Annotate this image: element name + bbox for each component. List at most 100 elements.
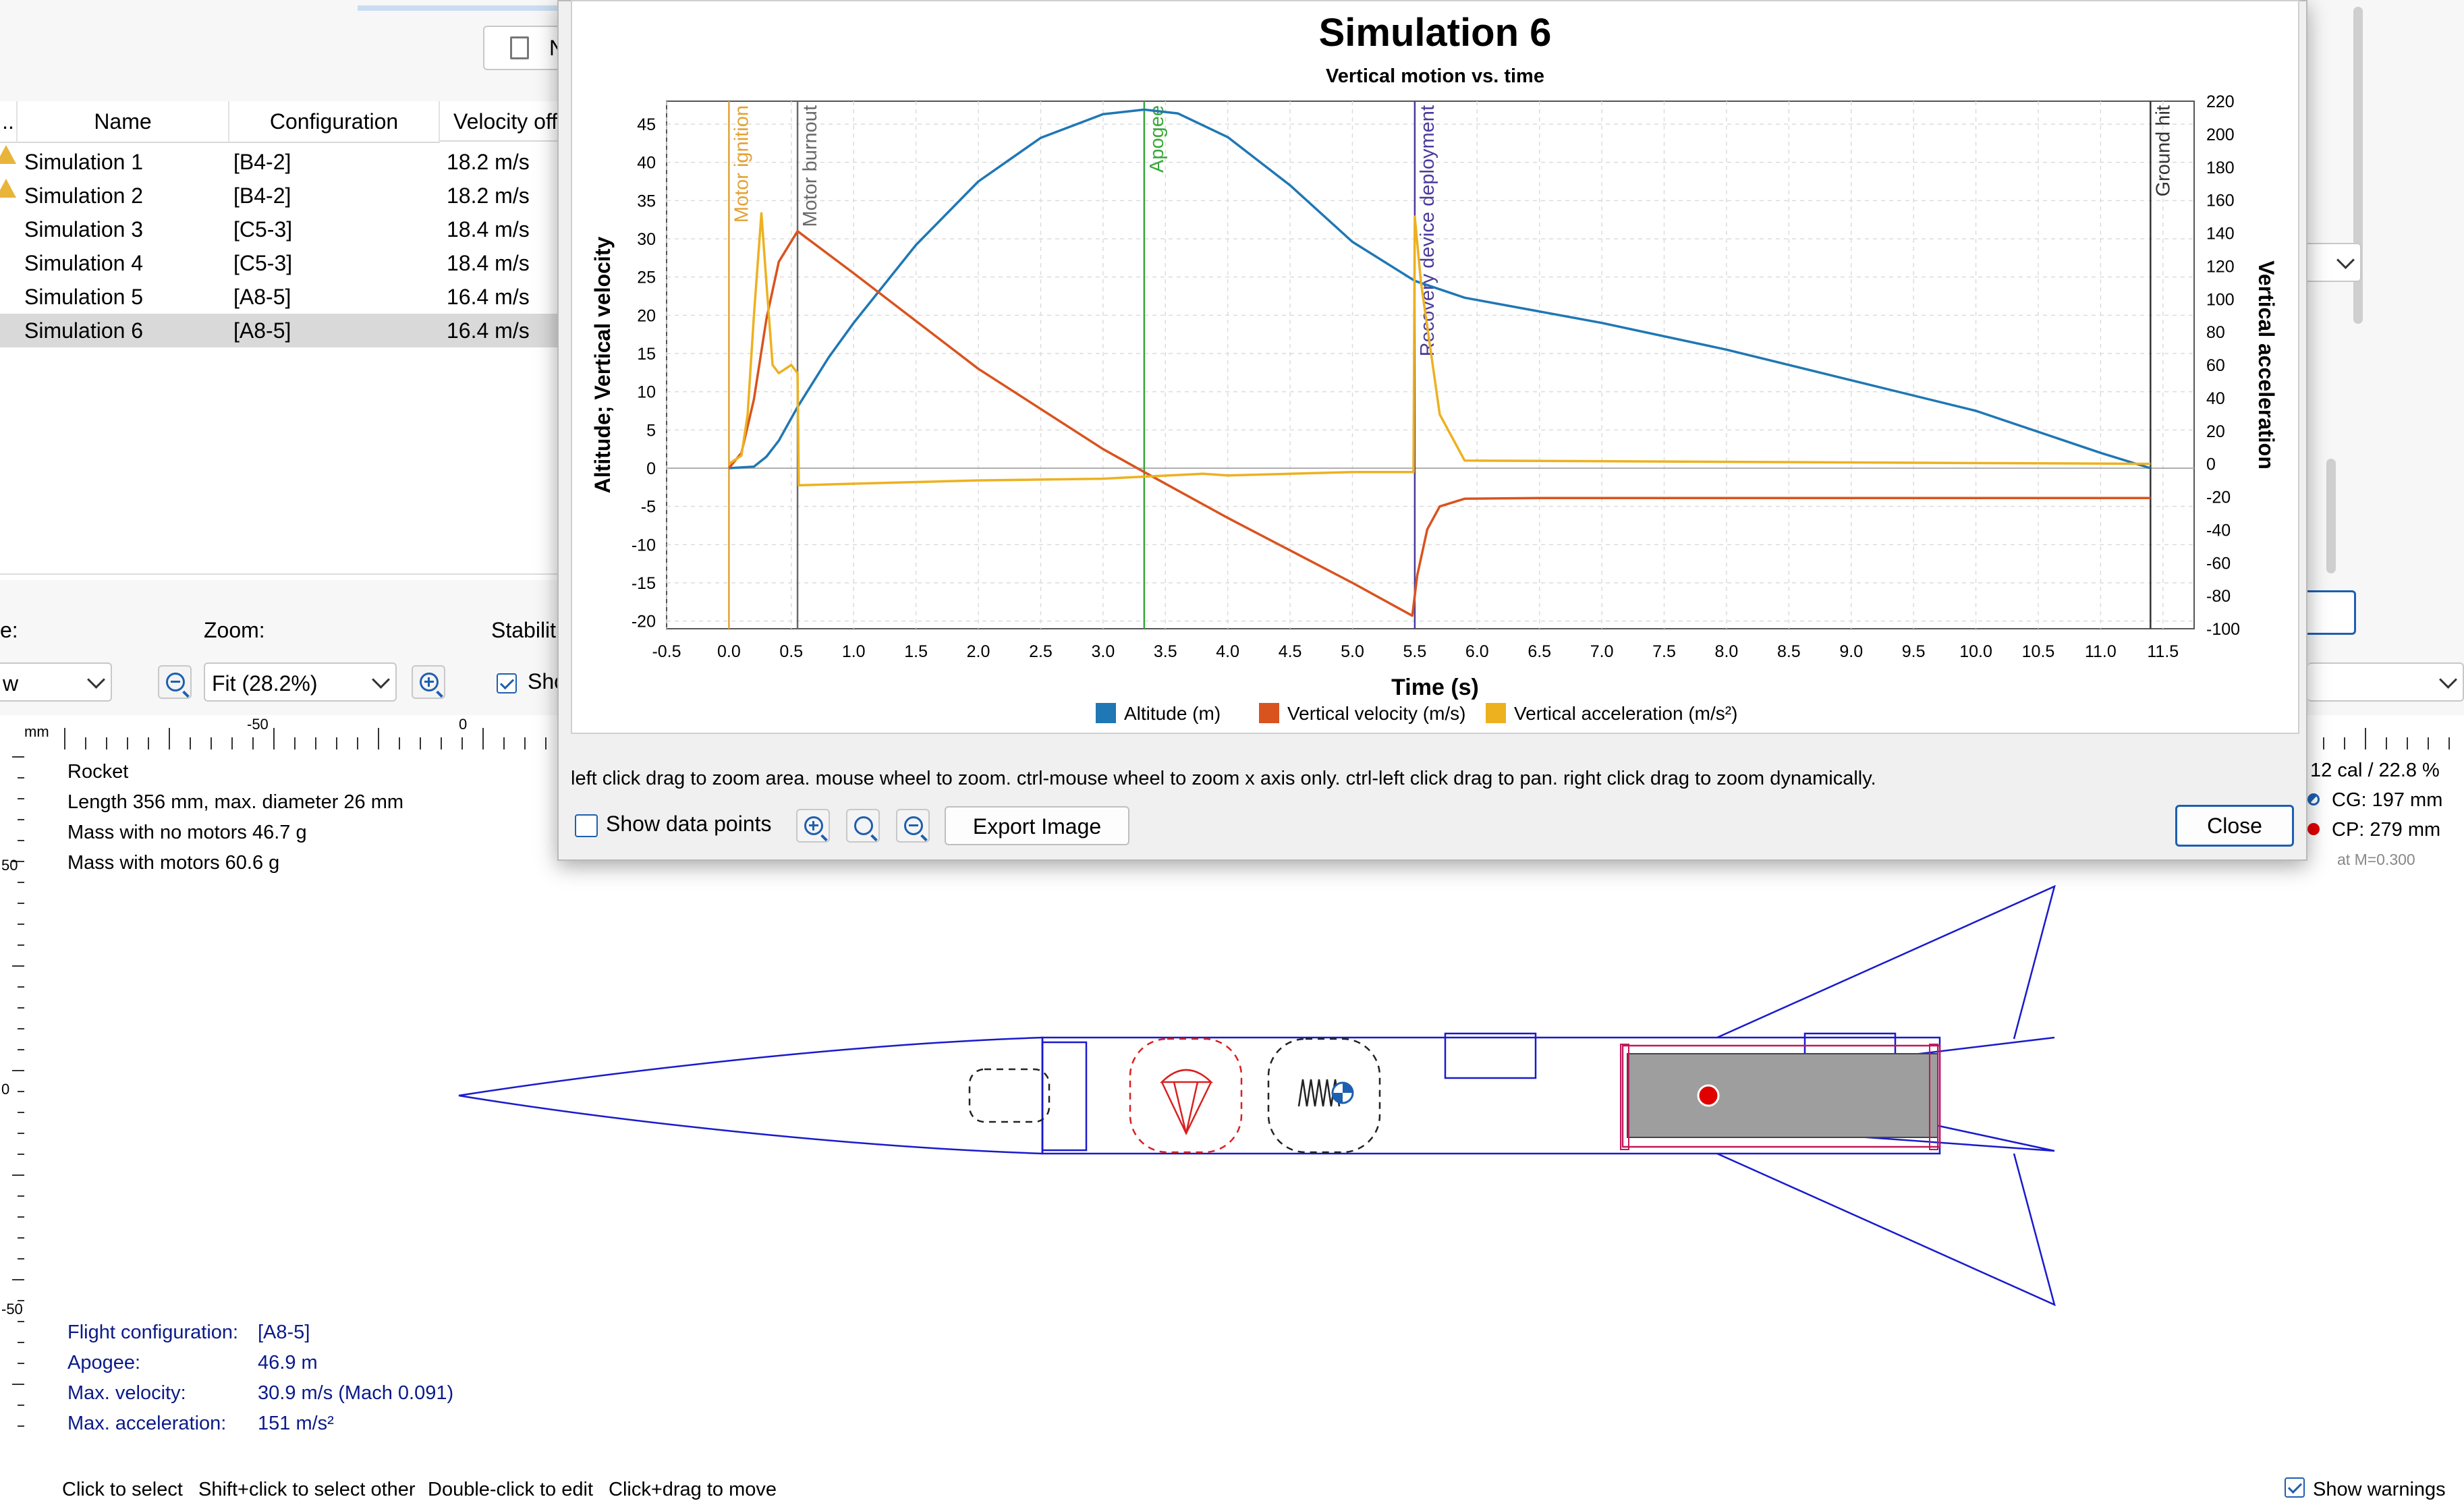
x-tick-label: 11.0 xyxy=(2085,642,2117,661)
legend-swatch xyxy=(1486,703,1506,723)
chart-zoom-reset-button[interactable] xyxy=(846,809,880,843)
simulation-configuration: [B4-2] xyxy=(233,183,291,208)
y2-tick-label: 200 xyxy=(2206,125,2235,144)
right-panel xyxy=(2301,0,2464,810)
mass-component xyxy=(968,1068,1051,1123)
ruler-unit: mm xyxy=(24,723,49,740)
y2-tick-label: 100 xyxy=(2206,290,2235,309)
x-tick-label: 4.5 xyxy=(1279,642,1302,661)
chart-zoom-out-button[interactable] xyxy=(896,809,930,843)
chart-panel[interactable]: Simulation 6 Vertical motion vs. time -0.5… xyxy=(571,0,2299,734)
ruler-label: 50 xyxy=(1,857,18,874)
view-select[interactable]: w xyxy=(0,662,112,702)
close-button[interactable]: Close xyxy=(2175,805,2294,847)
simulation-configuration: [A8-5] xyxy=(233,285,291,309)
table-row[interactable]: Simulation 3 [C5-3] 18.4 m/s xyxy=(0,213,580,246)
y2-tick-label: 0 xyxy=(2206,455,2216,474)
table-row[interactable]: Simulation 5 [A8-5] 16.4 m/s xyxy=(0,280,580,314)
y2-tick-label: -60 xyxy=(2206,554,2231,573)
export-image-button[interactable]: Export Image xyxy=(945,806,1129,845)
simulation-velocity: 18.4 m/s xyxy=(447,217,530,242)
y2-tick-label: 40 xyxy=(2206,389,2225,408)
y2-tick-label: 220 xyxy=(2206,92,2235,111)
x-tick-label: 8.0 xyxy=(1715,642,1739,661)
ruler-label: -50 xyxy=(1,1301,23,1318)
stability-cal: 12 cal / 22.8 % xyxy=(2310,760,2440,781)
motor xyxy=(1627,1053,1938,1138)
x-tick-label: 8.5 xyxy=(1777,642,1801,661)
y-tick-label: -20 xyxy=(632,613,656,631)
max-accel-value: 151 m/s² xyxy=(258,1413,334,1434)
nose-cone xyxy=(458,1036,1044,1155)
x-tick-label: 0.0 xyxy=(717,642,741,661)
x-tick-label: 6.0 xyxy=(1465,642,1489,661)
chart-zoom-in-button[interactable] xyxy=(796,809,830,843)
cp-icon xyxy=(2307,823,2320,835)
status-hint-select-other: Shift+click to select other xyxy=(198,1479,416,1500)
y-tick-label: 45 xyxy=(637,115,656,134)
cg-marker-icon xyxy=(1331,1081,1354,1104)
view-controls: e: w Zoom: Fit (28.2%) Stabilit Sho xyxy=(0,580,580,715)
table-row[interactable]: Simulation 4 [C5-3] 18.4 m/s xyxy=(0,246,580,280)
zoom-in-icon xyxy=(420,673,439,691)
right-select-2[interactable] xyxy=(2307,662,2464,702)
x-tick-label: 9.5 xyxy=(1902,642,1926,661)
x-tick-label: 5.5 xyxy=(1403,642,1427,661)
simulation-name: Simulation 2 xyxy=(24,183,144,208)
y-tick-label: 25 xyxy=(637,268,656,287)
y-tick-label: 35 xyxy=(637,192,656,210)
right-button[interactable] xyxy=(2301,590,2356,635)
zoom-out-icon xyxy=(166,673,185,691)
ruler-label: 0 xyxy=(459,718,467,733)
show-checkbox[interactable] xyxy=(497,673,517,693)
zoom-out-button[interactable] xyxy=(158,665,192,699)
x-tick-label: 2.5 xyxy=(1029,642,1053,661)
right-select[interactable] xyxy=(2301,243,2361,282)
x-tick-label: 4.0 xyxy=(1216,642,1239,661)
column-header-configuration[interactable]: Configuration xyxy=(229,101,440,143)
table-row[interactable]: Simulation 2 [B4-2] 18.2 m/s xyxy=(0,179,580,213)
stability-cp: CP: 279 mm xyxy=(2307,815,2442,845)
show-warnings-checkbox[interactable] xyxy=(2285,1477,2305,1498)
show-data-points-checkbox[interactable] xyxy=(575,814,598,837)
simulation-name: Simulation 3 xyxy=(24,217,144,242)
simulation-name: Simulation 6 xyxy=(24,318,144,343)
max-velocity-value: 30.9 m/s (Mach 0.091) xyxy=(258,1382,454,1404)
y2-tick-label: -100 xyxy=(2206,620,2240,639)
simulation-configuration: [B4-2] xyxy=(233,150,291,174)
max-accel-label: Max. acceleration: xyxy=(67,1413,227,1434)
new-document-icon xyxy=(510,36,529,59)
simulation-velocity: 16.4 m/s xyxy=(447,285,530,309)
y2-tick-label: 160 xyxy=(2206,192,2235,210)
simulation-name: Simulation 1 xyxy=(24,150,144,174)
legend-swatch xyxy=(1259,703,1279,723)
y-tick-label: 0 xyxy=(646,459,656,478)
zoom-in-button[interactable] xyxy=(412,665,445,699)
x-tick-label: 11.5 xyxy=(2147,642,2179,661)
zoom-select[interactable]: Fit (28.2%) xyxy=(204,662,397,702)
simulation-velocity: 18.2 m/s xyxy=(447,183,530,208)
x-tick-label: 1.0 xyxy=(842,642,866,661)
chevron-down-icon xyxy=(372,671,390,689)
zoom-label: Zoom: xyxy=(204,618,265,642)
show-data-points-label: Show data points xyxy=(606,812,772,836)
table-row[interactable]: Simulation 1 [B4-2] 18.2 m/s xyxy=(0,145,580,179)
rocket-info: Rocket Length 356 mm, max. diameter 26 m… xyxy=(67,757,403,878)
scrollbar[interactable] xyxy=(2326,459,2336,573)
y-tick-label: 20 xyxy=(637,306,656,325)
simulation-name: Simulation 4 xyxy=(24,251,144,275)
column-header-status[interactable]: .. xyxy=(0,101,18,143)
x-tick-label: 7.5 xyxy=(1652,642,1676,661)
parachute xyxy=(1129,1038,1243,1154)
y2-tick-label: 20 xyxy=(2206,422,2225,441)
rocket-drawing[interactable] xyxy=(439,870,2078,1315)
apogee-label: Apogee: xyxy=(67,1352,141,1373)
y2-tick-label: 140 xyxy=(2206,225,2235,244)
y-tick-label: 5 xyxy=(646,421,656,440)
status-hint-move: Click+drag to move xyxy=(609,1479,777,1500)
column-header-name[interactable]: Name xyxy=(18,101,229,143)
y2-tick-label: 120 xyxy=(2206,257,2235,276)
y2-tick-label: -40 xyxy=(2206,521,2231,540)
vertical-motion-chart[interactable]: Simulation 6 Vertical motion vs. time -0.5… xyxy=(572,1,2298,733)
table-row[interactable]: Simulation 6 [A8-5] 16.4 m/s xyxy=(0,314,580,347)
